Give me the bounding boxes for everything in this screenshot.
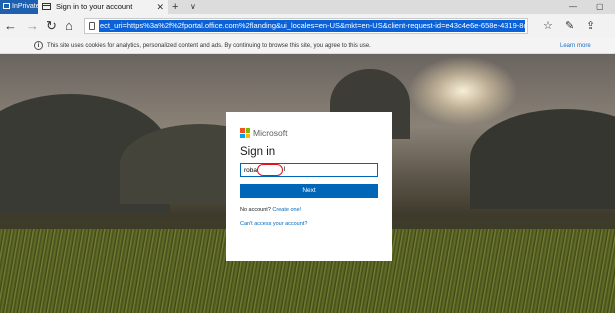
favorites-icon[interactable]: ☆: [543, 18, 553, 34]
tab-strip: InPrivate Sign in to your account ✕ + ∨ …: [0, 0, 615, 14]
address-bar-row: ← → ↻ ⌂ ect_uri=https%3a%2f%2fportal.off…: [0, 14, 615, 38]
lock-icon: [89, 22, 95, 30]
cookie-banner: i This site uses cookies for analytics, …: [0, 38, 615, 54]
cant-access-link[interactable]: Can't access your account?: [240, 220, 307, 228]
email-tail-text: l: [284, 166, 286, 173]
new-tab-button[interactable]: +: [172, 0, 178, 14]
info-icon: i: [34, 41, 43, 50]
next-button[interactable]: Next: [240, 184, 378, 198]
tab-title: Sign in to your account: [56, 2, 133, 11]
no-account-label: No account?: [240, 207, 271, 213]
mountain: [470, 109, 615, 209]
sign-in-card: Microsoft Sign in l Next No account? Cre…: [226, 112, 392, 261]
back-arrow-icon[interactable]: ←: [4, 18, 17, 34]
home-icon[interactable]: ⌂: [65, 18, 73, 34]
microsoft-logo-icon: [240, 128, 250, 138]
page-title: Sign in: [240, 146, 276, 158]
inprivate-icon: [3, 3, 10, 9]
share-icon[interactable]: ⇪: [586, 18, 595, 34]
url-text[interactable]: ect_uri=https%3a%2f%2fportal.office.com%…: [99, 20, 525, 32]
tab-sign-in[interactable]: Sign in to your account ✕: [38, 0, 168, 14]
close-tab-icon[interactable]: ✕: [156, 0, 164, 14]
cookie-message: This site uses cookies for analytics, pe…: [47, 43, 371, 49]
redaction-mark: [257, 164, 283, 176]
inprivate-label: InPrivate: [12, 3, 40, 10]
pen-icon[interactable]: ✎: [565, 18, 574, 34]
brand-name: Microsoft: [253, 128, 288, 138]
tab-menu-chevron-icon[interactable]: ∨: [190, 0, 196, 14]
minimize-button[interactable]: —: [569, 0, 577, 14]
maximize-button[interactable]: ▢: [596, 0, 604, 14]
create-account-link[interactable]: Create one!: [272, 207, 301, 213]
forward-arrow-icon[interactable]: →: [26, 18, 39, 34]
no-account-text: No account? Create one!: [240, 206, 301, 214]
learn-more-link[interactable]: Learn more: [560, 38, 591, 54]
refresh-icon[interactable]: ↻: [46, 18, 57, 34]
sun-glow: [408, 56, 518, 126]
url-field[interactable]: ect_uri=https%3a%2f%2fportal.office.com%…: [84, 18, 528, 34]
inprivate-badge: InPrivate: [0, 0, 40, 14]
page-icon: [42, 3, 51, 10]
